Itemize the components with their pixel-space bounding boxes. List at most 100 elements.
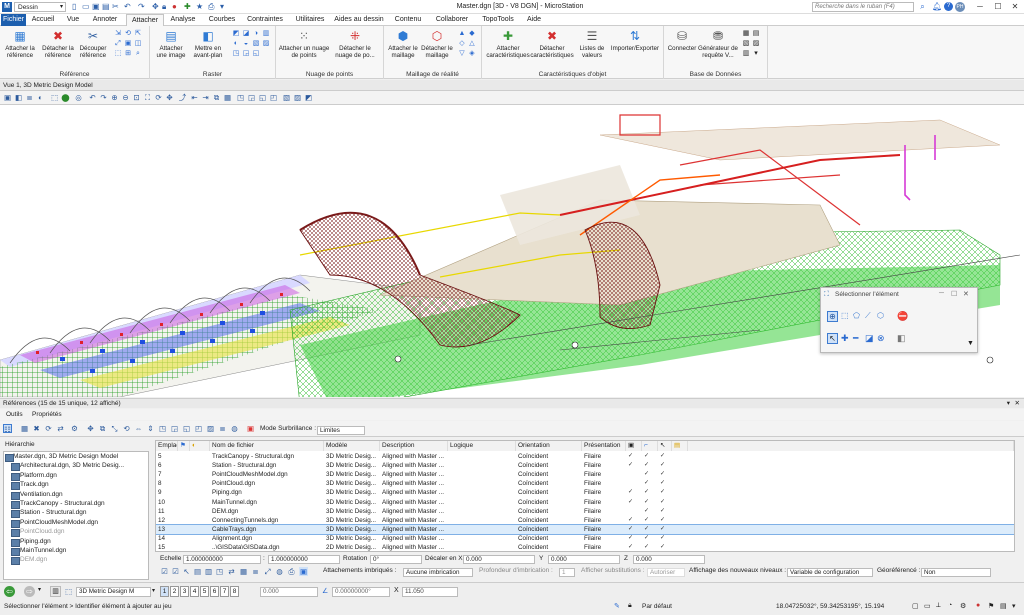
open-file-icon[interactable]: ▭	[82, 2, 90, 11]
cell-c2[interactable]: ✓	[642, 498, 658, 507]
col-display-toggle-icon[interactable]: ▣	[626, 441, 642, 451]
raster-tool-3-icon[interactable]: ◑	[252, 30, 260, 38]
cut-icon[interactable]: ✂	[112, 2, 120, 11]
tab-contenu[interactable]: Contenu	[390, 14, 426, 26]
display-style-icon[interactable]: ◧	[14, 93, 23, 102]
back-icon[interactable]: ⇦	[4, 586, 15, 597]
col-filename[interactable]: Nom de fichier	[210, 441, 324, 451]
georef-dropdown[interactable]: Non	[921, 568, 991, 577]
cell-c1[interactable]: ✓	[626, 498, 642, 507]
ref-settings-icon[interactable]: ⚙	[70, 424, 79, 433]
ref-globe-icon[interactable]: ◍	[230, 424, 239, 433]
ref-rotate-icon[interactable]: ⟲	[122, 424, 131, 433]
ref-tool-6-icon[interactable]: ◫	[134, 40, 142, 48]
print-icon[interactable]: ⎙	[208, 2, 216, 11]
cell-c3[interactable]: ✓	[658, 534, 672, 543]
add-mode-icon[interactable]: ✚	[841, 333, 849, 344]
cell-c3[interactable]: ✓	[658, 543, 672, 551]
visibility-icon[interactable]: ⬤	[61, 93, 70, 102]
table-row[interactable]: 11 DEM.dgn 3D Metric Desig... Aligned with …	[156, 507, 1014, 516]
cell-c1[interactable]	[626, 470, 642, 479]
cell-c3[interactable]: ✓	[658, 498, 672, 507]
mesh-tool-3-icon[interactable]: ◇	[458, 40, 466, 48]
cell-c2[interactable]: ✓	[642, 525, 658, 534]
cell-c2[interactable]: ✓	[642, 534, 658, 543]
panel-pin-icon[interactable]: ▾	[1007, 399, 1010, 409]
georef-icon[interactable]: ◍	[275, 567, 284, 576]
cell-c2[interactable]: ✓	[642, 516, 658, 525]
ref-tool-5-icon[interactable]: ▣	[124, 40, 132, 48]
status-tool-7-icon[interactable]: ▤	[1000, 602, 1007, 610]
import-export-button[interactable]: ⇅ Importer/Exporter	[610, 29, 660, 52]
ref-copy-icon[interactable]: ⧉	[98, 424, 107, 433]
levels-icon[interactable]: ≣	[25, 93, 34, 102]
tab-collaborer[interactable]: Collaborer	[432, 14, 472, 26]
isolate-icon[interactable]: ▨	[293, 93, 302, 102]
view-toggle-1[interactable]: 1	[160, 586, 169, 597]
view-toggle-2[interactable]: 2	[170, 586, 179, 597]
model-selector[interactable]: 3D Metric Design M	[76, 587, 151, 597]
render-icon[interactable]: ◩	[304, 93, 313, 102]
ref-clip-boundary-icon[interactable]: ◳	[158, 424, 167, 433]
col-orientation[interactable]: Orientation	[516, 441, 582, 451]
ref-clip-back-icon[interactable]: ▨	[206, 424, 215, 433]
cell-c1[interactable]: ✓	[626, 525, 642, 534]
tab-fichier[interactable]: Fichier	[1, 14, 26, 26]
view-toggle-4[interactable]: 4	[190, 586, 199, 597]
tab-analyse[interactable]: Analyse	[166, 14, 200, 26]
tree-item-ventilation[interactable]: Ventilation.dgn	[4, 490, 148, 500]
tab-topotools[interactable]: TopoTools	[478, 14, 518, 26]
star-icon[interactable]: ★	[196, 2, 204, 11]
tree-item-piping[interactable]: Piping.dgn	[4, 537, 148, 547]
dialog-maximize-button[interactable]: ☐	[951, 290, 957, 298]
status-error-icon[interactable]: ●	[976, 602, 980, 609]
walk-icon[interactable]: ⤴	[178, 93, 187, 102]
ref-tool-3-icon[interactable]: ⇱	[134, 30, 142, 38]
table-row[interactable]: 7 PointCloudMeshModel.dgn 3D Metric Desig.…	[156, 470, 1014, 479]
raster-toggle-icon[interactable]: ▦	[239, 567, 248, 576]
mesh-tool-2-icon[interactable]: ◆	[468, 30, 476, 38]
xref-icon[interactable]: ⇄	[227, 567, 236, 576]
user-avatar-icon[interactable]: PH	[955, 2, 965, 12]
ref-clip-front-icon[interactable]: ◰	[194, 424, 203, 433]
table-row[interactable]: 6 Station - Structural.dgn 3D Metric Desig…	[156, 461, 1014, 470]
rotate-view-icon[interactable]: ⟳	[154, 93, 163, 102]
redo-view-icon[interactable]: ↷	[99, 93, 108, 102]
table-row[interactable]: 12 ConnectingTunnels.dgn 3D Metric Desig..…	[156, 516, 1014, 525]
cell-c3[interactable]: ✓	[658, 488, 672, 497]
status-tool-4-icon[interactable]: ◔	[948, 602, 952, 609]
treatment-icon[interactable]: ▤	[193, 567, 202, 576]
col-emplac[interactable]: Emplac	[156, 441, 178, 451]
sheet-icon[interactable]: ▥	[204, 567, 213, 576]
cell-c2[interactable]: ✓	[642, 488, 658, 497]
status-angle-field[interactable]: 0.00000000°	[332, 587, 390, 597]
standard-view-icon[interactable]: ▦	[223, 93, 232, 102]
detach-point-cloud-button[interactable]: ⁜ Détacher le nuage de po...	[330, 29, 380, 59]
mesh-tool-5-icon[interactable]: ▽	[458, 50, 466, 58]
offset-z-field[interactable]: 0.000	[633, 555, 705, 564]
ref-clip-delete-icon[interactable]: ◱	[182, 424, 191, 433]
ref-tool-8-icon[interactable]: ⊞	[124, 50, 132, 58]
deselect-icon[interactable]: ◧	[897, 333, 906, 344]
cell-c3[interactable]: ✓	[658, 525, 672, 534]
cell-c1[interactable]	[626, 479, 642, 488]
cell-c3[interactable]: ✓	[658, 479, 672, 488]
ref-reload-icon[interactable]: ⟳	[44, 424, 53, 433]
status-tool-5-icon[interactable]: ⚙	[960, 602, 966, 610]
view-toggle-5[interactable]: 5	[200, 586, 209, 597]
view-toggle-6[interactable]: 6	[210, 586, 219, 597]
depth-field[interactable]: 1	[559, 568, 575, 577]
symbology-icon[interactable]: ▣	[299, 567, 308, 576]
invert-mode-icon[interactable]: ◪	[865, 333, 874, 344]
raster-tool-7-icon[interactable]: ▧	[252, 40, 260, 48]
status-tool-3-icon[interactable]: ⟂	[936, 602, 941, 610]
camera-icon[interactable]: ◎	[74, 93, 83, 102]
tree-item-master[interactable]: Master.dgn, 3D Metric Design Model	[4, 452, 148, 463]
view-toggle-8[interactable]: 8	[230, 586, 239, 597]
status-x-field[interactable]: 11.050	[402, 587, 458, 597]
db-tool-1-icon[interactable]: ▦	[742, 30, 750, 38]
workflow-dropdown[interactable]: Dessin	[14, 2, 66, 12]
shape-method-icon[interactable]: ⬠	[853, 311, 860, 320]
clip-icon[interactable]: ◳	[215, 567, 224, 576]
redo-icon[interactable]: ↷	[138, 2, 146, 11]
